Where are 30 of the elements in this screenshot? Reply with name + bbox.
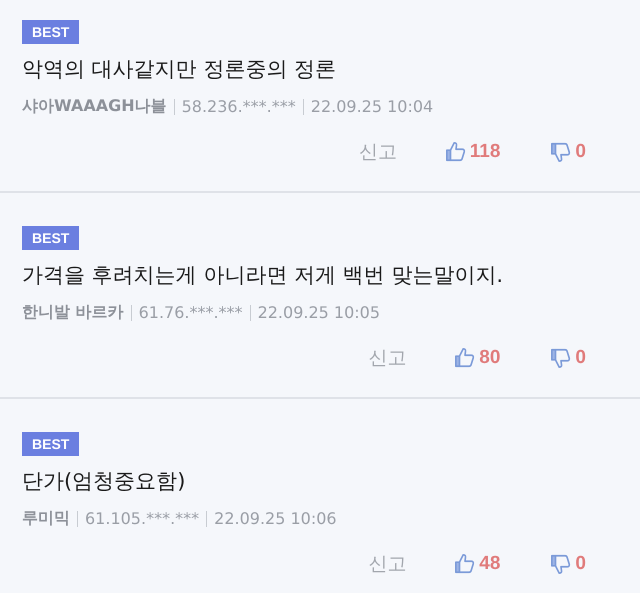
dislike-count: 0 [575, 347, 586, 369]
thumbs-up-icon[interactable] [454, 553, 476, 575]
best-badge: BEST [22, 20, 80, 44]
best-badge: BEST [22, 432, 80, 456]
thumbs-up-icon[interactable] [454, 347, 476, 369]
ip-address: 58.236.***.*** [182, 97, 296, 116]
like-count: 80 [479, 347, 500, 369]
ip-address: 61.105.***.*** [85, 509, 200, 528]
report-link[interactable]: 신고 [368, 551, 406, 577]
thumbs-up-icon[interactable] [444, 141, 467, 163]
timestamp: 22.09.25 10:05 [258, 303, 380, 322]
comment-text: 가격을 후려치는게 아니라면 저게 백번 맞는말이지. [22, 262, 504, 289]
report-link[interactable]: 신고 [358, 139, 397, 165]
dislike-count: 0 [575, 553, 586, 575]
author-name[interactable]: 루미믹 [22, 508, 70, 529]
report-link[interactable]: 신고 [368, 345, 406, 371]
timestamp: 22.09.25 10:06 [214, 509, 337, 528]
thumbs-down-icon[interactable] [550, 141, 572, 163]
best-badge: BEST [22, 226, 80, 250]
thumbs-down-icon[interactable] [550, 553, 572, 575]
thumbs-down-icon[interactable] [550, 347, 572, 369]
comment-text: 악역의 대사같지만 정론중의 정론 [22, 56, 338, 83]
dislike-count: 0 [575, 141, 586, 163]
author-name[interactable]: 샤아WAAAGH나블 [22, 96, 167, 117]
like-count: 118 [470, 141, 500, 163]
timestamp: 22.09.25 10:04 [310, 97, 434, 116]
ip-address: 61.76.***.*** [138, 303, 243, 322]
comment-text: 단가(엄청중요함) [22, 468, 186, 495]
like-count: 48 [479, 553, 500, 575]
author-name[interactable]: 한니발 바르카 [22, 302, 124, 323]
